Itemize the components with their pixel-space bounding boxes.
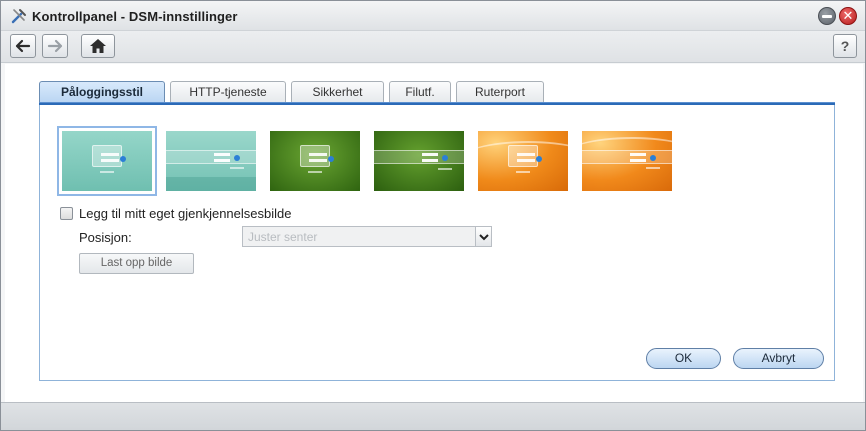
tab-login-style[interactable]: Påloggingsstil <box>39 81 165 104</box>
tab-file-sharing[interactable]: Filutf. <box>389 81 451 103</box>
close-button[interactable]: ✕ <box>839 7 857 25</box>
dsm-settings-window: Kontrollpanel - DSM-innstillinger ✕ ? På… <box>0 0 866 431</box>
arrow-right-icon <box>47 39 63 53</box>
login-style-teal-bar[interactable] <box>166 131 256 191</box>
tab-http-service[interactable]: HTTP-tjeneste <box>170 81 286 103</box>
position-select[interactable]: Juster senter <box>242 226 492 247</box>
login-style-orange-box[interactable] <box>478 131 568 191</box>
login-style-green-box[interactable] <box>270 131 360 191</box>
custom-image-checkbox-label[interactable]: Legg til mitt eget gjenkjennelsesbilde <box>79 206 291 221</box>
login-style-panel: Legg til mitt eget gjenkjennelsesbilde P… <box>39 105 835 381</box>
main-content: Påloggingsstil HTTP-tjeneste Sikkerhet F… <box>5 64 863 402</box>
ok-button[interactable]: OK <box>646 348 721 369</box>
tools-icon <box>11 9 26 24</box>
window-title: Kontrollpanel - DSM-innstillinger <box>32 9 238 24</box>
home-button[interactable] <box>81 34 115 58</box>
arrow-left-icon <box>15 39 31 53</box>
login-style-orange-bar[interactable] <box>582 131 672 191</box>
login-style-green-bar[interactable] <box>374 131 464 191</box>
home-icon <box>90 39 106 53</box>
custom-image-option: Legg til mitt eget gjenkjennelsesbilde <box>60 206 291 221</box>
upload-image-button[interactable]: Last opp bilde <box>79 253 194 274</box>
toolbar: ? <box>1 31 865 63</box>
help-button[interactable]: ? <box>833 34 857 58</box>
minimize-button[interactable] <box>818 7 836 25</box>
back-button[interactable] <box>10 34 36 58</box>
position-select-value: Juster senter <box>248 230 318 244</box>
cancel-button[interactable]: Avbryt <box>733 348 824 369</box>
login-style-teal-box[interactable] <box>57 126 157 196</box>
position-label: Posisjon: <box>79 230 132 245</box>
close-icon: ✕ <box>842 8 854 23</box>
tab-security[interactable]: Sikkerhet <box>291 81 384 103</box>
tab-router-port[interactable]: Ruterport <box>456 81 544 103</box>
forward-button[interactable] <box>42 34 68 58</box>
title-bar[interactable]: Kontrollpanel - DSM-innstillinger ✕ <box>1 1 865 31</box>
chevron-down-icon[interactable] <box>475 227 491 246</box>
status-bar <box>1 402 865 430</box>
custom-image-checkbox[interactable] <box>60 207 73 220</box>
